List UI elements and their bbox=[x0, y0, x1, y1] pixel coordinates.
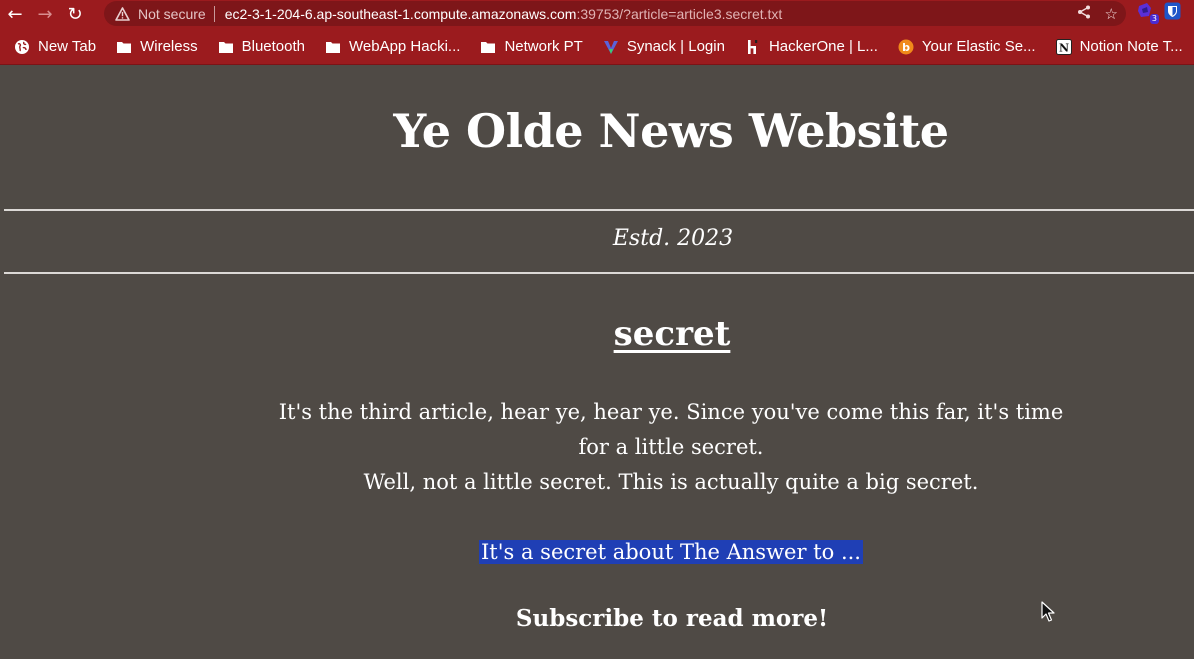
article-paragraph: Well, not a little secret. This is actua… bbox=[363, 470, 979, 494]
article-paragraph: It's the third article, hear ye, hear ye… bbox=[278, 400, 1064, 459]
folder-icon bbox=[325, 39, 341, 55]
warning-icon[interactable] bbox=[114, 6, 130, 22]
svg-text:N: N bbox=[1059, 41, 1069, 54]
bookmark-label: Notion Note T... bbox=[1079, 38, 1183, 55]
bookmarks-bar: New Tab Wireless Bluetooth WebApp Hacki.… bbox=[0, 29, 1194, 65]
bookmark-label: HackerOne | L... bbox=[768, 38, 878, 55]
mouse-cursor-icon bbox=[1041, 601, 1055, 622]
bookmark-folder-webapp[interactable]: WebApp Hacki... bbox=[321, 33, 464, 61]
article-title-text: secret bbox=[613, 314, 731, 354]
reload-icon[interactable]: ↻ bbox=[60, 0, 90, 29]
divider bbox=[4, 209, 1194, 211]
bookmark-hackerone[interactable]: HackerOne | L... bbox=[741, 33, 882, 61]
browser-toolbar: ← → ↻ Not secure ec2-3-1-204-6.ap-southe… bbox=[0, 0, 1194, 29]
divider bbox=[213, 5, 215, 22]
article-body: It's the third article, hear ye, hear ye… bbox=[268, 395, 1074, 500]
established-label: Estd. 2023 bbox=[612, 226, 734, 251]
divider bbox=[4, 272, 1194, 274]
bookmark-label: Your Elastic Se... bbox=[921, 38, 1036, 55]
subscribe-cta: Subscribe to read more! bbox=[515, 605, 829, 632]
bookmark-elastic[interactable]: b Your Elastic Se... bbox=[894, 33, 1040, 61]
bookmark-label: Synack | Login bbox=[626, 38, 725, 55]
share-icon[interactable] bbox=[1077, 5, 1091, 23]
bookmark-folder-bluetooth[interactable]: Bluetooth bbox=[214, 33, 309, 61]
security-label[interactable]: Not secure bbox=[138, 6, 206, 22]
bookmark-folder-wireless[interactable]: Wireless bbox=[112, 33, 202, 61]
bookmark-label: Wireless bbox=[140, 38, 198, 55]
highlighted-text: It's a secret about The Answer to ... bbox=[0, 535, 1194, 569]
synack-icon bbox=[603, 39, 619, 55]
bookmark-label: WebApp Hacki... bbox=[349, 38, 461, 55]
bookmark-label: New Tab bbox=[38, 38, 97, 55]
bookmark-folder-network-pt[interactable]: Network PT bbox=[476, 33, 586, 61]
url-host[interactable]: ec2-3-1-204-6.ap-southeast-1.compute.ama… bbox=[225, 6, 577, 22]
forward-icon[interactable]: → bbox=[30, 0, 60, 29]
extension-badge: 3 bbox=[1149, 14, 1159, 24]
bookmark-label: Bluetooth bbox=[241, 38, 305, 55]
elastic-icon: b bbox=[898, 39, 914, 55]
bookmark-synack[interactable]: Synack | Login bbox=[599, 33, 729, 61]
bookmark-star-icon[interactable]: ☆ bbox=[1105, 5, 1118, 23]
url-path[interactable]: :39753/?article=article3.secret.txt bbox=[576, 6, 782, 22]
back-icon[interactable]: ← bbox=[0, 0, 30, 29]
bookmark-new-tab[interactable]: New Tab bbox=[10, 33, 100, 61]
folder-icon bbox=[116, 39, 132, 55]
globe-icon bbox=[14, 39, 30, 55]
site-title: Ye Olde News Website bbox=[393, 104, 949, 158]
folder-icon bbox=[218, 39, 234, 55]
bitwarden-icon[interactable] bbox=[1164, 2, 1182, 20]
page-content: Ye Olde News Website Estd. 2023 secret I… bbox=[0, 66, 1194, 659]
extension-icon[interactable]: 3 bbox=[1136, 2, 1159, 24]
notion-icon: N bbox=[1055, 38, 1072, 55]
selected-text: It's a secret about The Answer to ... bbox=[479, 540, 863, 564]
folder-icon bbox=[480, 39, 496, 55]
bookmark-label: Network PT bbox=[504, 38, 583, 55]
bookmark-notion[interactable]: N Notion Note T... bbox=[1052, 33, 1187, 61]
svg-text:b: b bbox=[902, 41, 910, 54]
address-bar[interactable]: Not secure ec2-3-1-204-6.ap-southeast-1.… bbox=[104, 1, 1126, 26]
hackerone-icon bbox=[745, 39, 761, 55]
article-title: secret bbox=[0, 314, 1194, 354]
